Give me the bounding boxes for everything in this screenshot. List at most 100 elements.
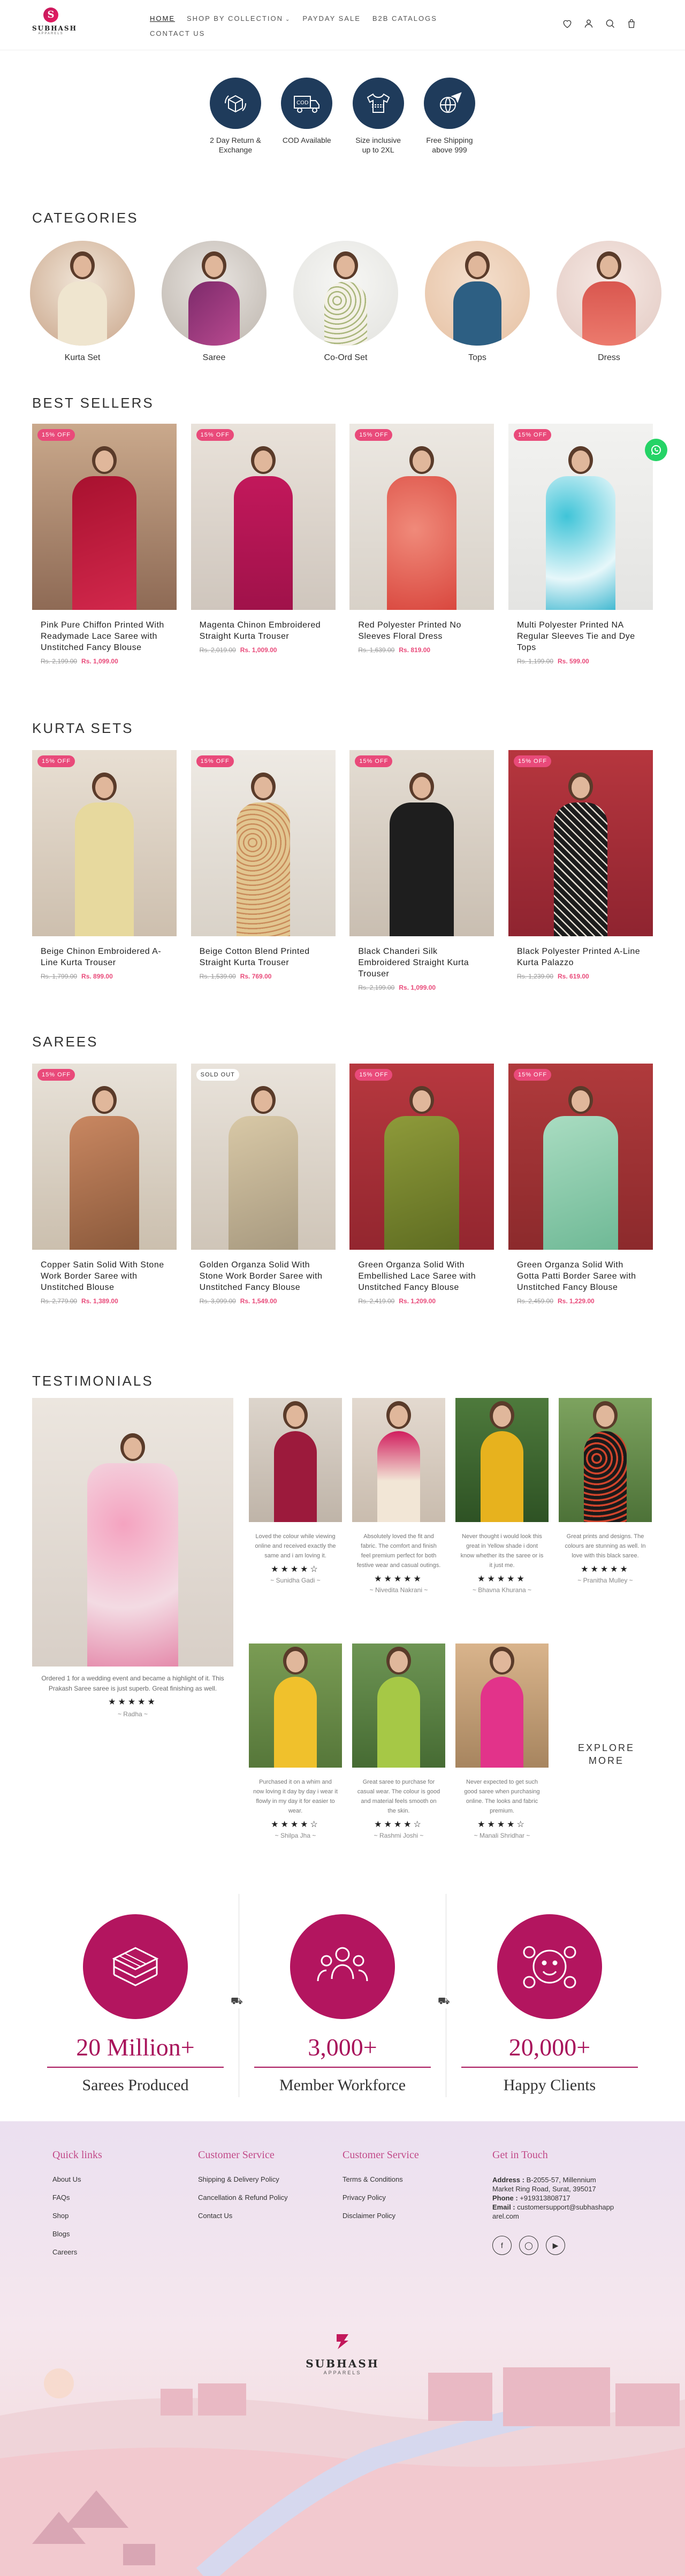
product-title[interactable]: Pink Pure Chiffon Printed With Readymade… — [32, 620, 177, 653]
category-label: Kurta Set — [64, 353, 101, 362]
product-image[interactable]: 15% OFF — [508, 750, 653, 936]
product-card[interactable]: 15% OFF Multi Polyester Printed NA Regul… — [508, 424, 653, 665]
category-kurta-set[interactable]: Kurta Set — [30, 241, 135, 363]
discount-badge: 15% OFF — [513, 1069, 552, 1081]
testimonial-text: Great saree to purchase for casual wear.… — [357, 1779, 440, 1814]
heart-icon[interactable] — [562, 18, 573, 29]
footer-logo[interactable]: SUBHASH APPARELS — [300, 2330, 385, 2375]
product-card[interactable]: 15% OFF Green Organza Solid With Gotta P… — [508, 1064, 653, 1305]
nav-contact-us[interactable]: CONTACT US — [150, 29, 205, 37]
whatsapp-chat-button[interactable] — [645, 439, 667, 461]
product-image[interactable]: 15% OFF — [349, 1064, 494, 1250]
user-icon[interactable] — [583, 18, 594, 29]
testimonial-author: ~ Pranitha Mulley ~ — [577, 1577, 633, 1584]
globe-plane-icon — [423, 78, 475, 129]
product-card[interactable]: 15% OFF Magenta Chinon Embroidered Strai… — [191, 424, 336, 665]
product-title[interactable]: Magenta Chinon Embroidered Straight Kurt… — [191, 620, 336, 642]
product-card[interactable]: 15% OFF Red Polyester Printed No Sleeves… — [349, 424, 494, 665]
product-card[interactable]: 15% OFF Beige Cotton Blend Printed Strai… — [191, 750, 336, 991]
search-icon[interactable] — [605, 18, 615, 29]
youtube-icon[interactable]: ▶ — [546, 2236, 565, 2255]
product-image[interactable]: 15% OFF — [508, 1064, 653, 1250]
stat-number: 20,000+ — [508, 2034, 591, 2061]
footer-link-shipping[interactable]: Shipping & Delivery Policy — [198, 2175, 337, 2183]
testimonial-card: Absolutely loved the fit and fabric. The… — [352, 1398, 445, 1594]
instagram-icon[interactable]: ◯ — [519, 2236, 538, 2255]
explore-more-link[interactable]: EXPLORE MORE — [561, 1741, 652, 1767]
product-card[interactable]: 15% OFF Pink Pure Chiffon Printed With R… — [32, 424, 177, 665]
category-saree[interactable]: Saree — [162, 241, 267, 363]
feature-label: 2 Day Return & Exchange — [210, 136, 261, 154]
category-image — [293, 241, 398, 346]
product-image[interactable]: 15% OFF — [191, 750, 336, 936]
feature-return: 2 Day Return & Exchange — [209, 78, 262, 155]
footer-link-contact[interactable]: Contact Us — [198, 2212, 337, 2220]
original-price: Rs. 2,459.00 — [516, 1297, 554, 1305]
cod-truck-icon: COD — [281, 78, 333, 129]
product-card[interactable]: 15% OFF Beige Chinon Embroidered A-Line … — [32, 750, 177, 991]
product-title[interactable]: Green Organza Solid With Gotta Patti Bor… — [508, 1259, 653, 1293]
footer-link-shop[interactable]: Shop — [52, 2212, 192, 2220]
section-title-categories: CATEGORIES — [32, 210, 139, 226]
product-image[interactable]: SOLD OUT — [191, 1064, 336, 1250]
footer-link-terms[interactable]: Terms & Conditions — [342, 2175, 482, 2183]
product-image[interactable]: 15% OFF — [191, 424, 336, 610]
footer-link-blogs[interactable]: Blogs — [52, 2230, 192, 2238]
nav-home[interactable]: HOME — [150, 14, 175, 22]
product-price: Rs. 1,639.00 Rs. 819.00 — [349, 646, 494, 654]
product-title[interactable]: Copper Satin Solid With Stone Work Borde… — [32, 1259, 177, 1293]
product-image[interactable]: 15% OFF — [349, 424, 494, 610]
product-card[interactable]: 15% OFF Black Chanderi Silk Embroidered … — [349, 750, 494, 991]
product-image[interactable]: 15% OFF — [32, 424, 177, 610]
facebook-icon[interactable]: f — [492, 2236, 512, 2255]
category-tops[interactable]: Tops — [425, 241, 530, 363]
brand-logo[interactable]: SUBHASH APPARELS — [32, 7, 77, 42]
category-image — [162, 241, 267, 346]
product-card[interactable]: 15% OFF Black Polyester Printed A-Line K… — [508, 750, 653, 991]
product-title[interactable]: Beige Cotton Blend Printed Straight Kurt… — [191, 946, 336, 968]
testimonial-card: Never thought i would look this great in… — [455, 1398, 549, 1594]
product-price: Rs. 3,099.00 Rs. 1,549.00 — [191, 1297, 336, 1305]
footer-link-disclaimer[interactable]: Disclaimer Policy — [342, 2212, 482, 2220]
product-title[interactable]: Multi Polyester Printed NA Regular Sleev… — [508, 620, 653, 653]
nav-shop-by-collection[interactable]: SHOP BY COLLECTION ⌄ — [187, 14, 291, 22]
nav-b2b-catalogs[interactable]: B2B CATALOGS — [372, 14, 437, 22]
product-title[interactable]: Beige Chinon Embroidered A-Line Kurta Tr… — [32, 946, 177, 968]
footer-link-faqs[interactable]: FAQs — [52, 2193, 192, 2202]
footer-link-cancellation[interactable]: Cancellation & Refund Policy — [198, 2193, 337, 2202]
feature-label: COD Available — [282, 136, 331, 144]
product-image[interactable]: 15% OFF — [349, 750, 494, 936]
chevron-down-icon: ⌄ — [285, 16, 291, 22]
section-title-kurta-sets: KURTA SETS — [32, 720, 134, 736]
original-price: Rs. 3,099.00 — [199, 1297, 236, 1305]
category-label: Dress — [598, 353, 620, 362]
category-dress[interactable]: Dress — [557, 241, 661, 363]
whatsapp-icon — [651, 445, 661, 455]
product-title[interactable]: Black Chanderi Silk Embroidered Straight… — [349, 946, 494, 980]
original-price: Rs. 1,239.00 — [516, 973, 554, 980]
nav-payday-sale[interactable]: PAYDAY SALE — [302, 14, 360, 22]
sale-price: Rs. 1,549.00 — [240, 1297, 277, 1305]
category-co-ord-set[interactable]: Co-Ord Set — [293, 241, 398, 363]
stat-underline — [254, 2067, 431, 2068]
footer-link-careers[interactable]: Careers — [52, 2248, 192, 2256]
product-title[interactable]: Green Organza Solid With Embellished Lac… — [349, 1259, 494, 1293]
product-title[interactable]: Black Polyester Printed A-Line Kurta Pal… — [508, 946, 653, 968]
header-actions — [562, 18, 637, 29]
cart-icon[interactable] — [626, 18, 637, 29]
product-card[interactable]: 15% OFF Copper Satin Solid With Stone Wo… — [32, 1064, 177, 1305]
product-image[interactable]: 15% OFF — [32, 1064, 177, 1250]
footer-link-privacy[interactable]: Privacy Policy — [342, 2193, 482, 2202]
product-title[interactable]: Golden Organza Solid With Stone Work Bor… — [191, 1259, 336, 1293]
logo-mark — [337, 2334, 348, 2349]
testimonial-card: Never expected to get such good saree wh… — [455, 1644, 549, 1839]
product-image[interactable]: 15% OFF — [32, 750, 177, 936]
product-card[interactable]: SOLD OUT Golden Organza Solid With Stone… — [191, 1064, 336, 1305]
best-sellers-grid: 15% OFF Pink Pure Chiffon Printed With R… — [32, 424, 653, 665]
logo-name: SUBHASH — [32, 25, 77, 32]
product-card[interactable]: 15% OFF Green Organza Solid With Embelli… — [349, 1064, 494, 1305]
product-title[interactable]: Red Polyester Printed No Sleeves Floral … — [349, 620, 494, 642]
product-image[interactable]: 15% OFF — [508, 424, 653, 610]
phone-value[interactable]: +919313808717 — [520, 2194, 570, 2202]
footer-link-about[interactable]: About Us — [52, 2175, 192, 2183]
